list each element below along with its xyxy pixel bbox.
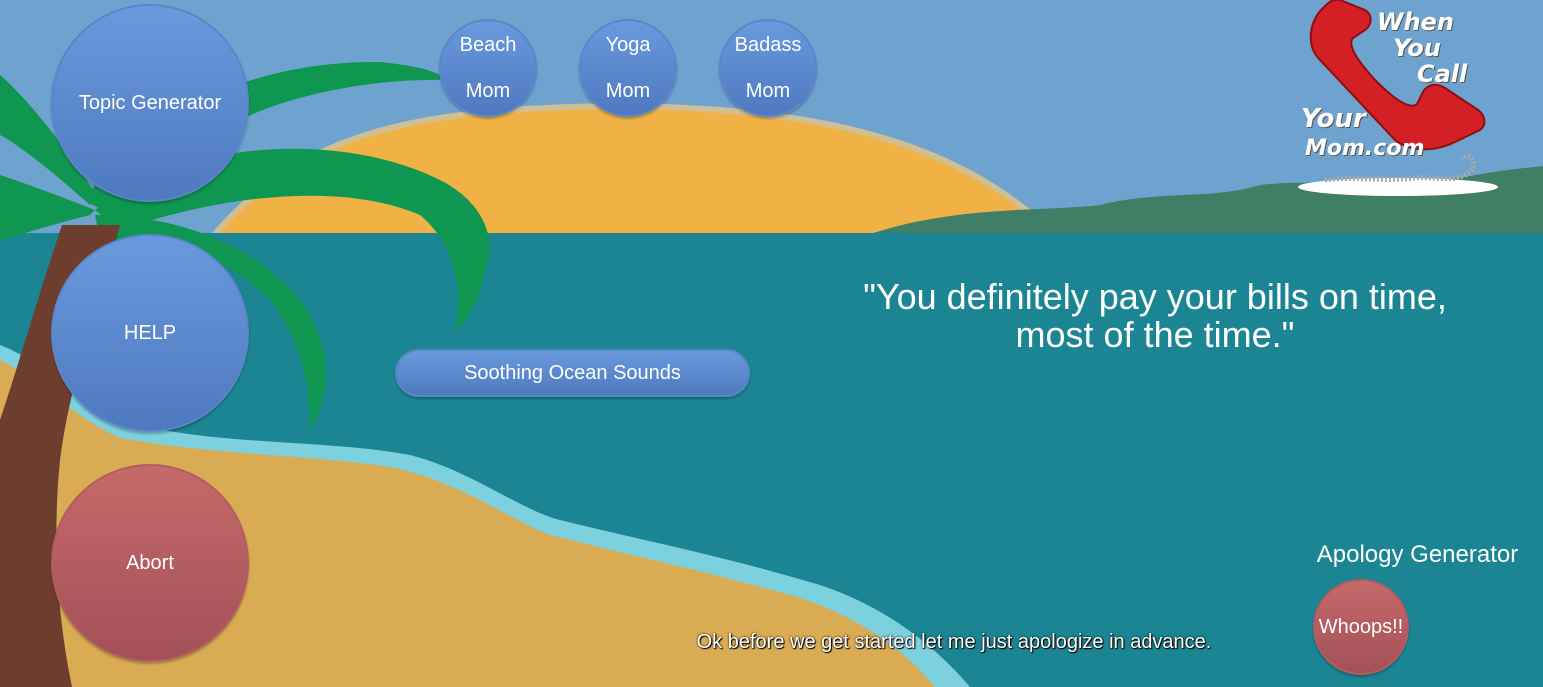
help-label: HELP: [123, 321, 177, 344]
topic-generator-button[interactable]: Topic Generator: [51, 4, 249, 202]
site-logo: When You Call Your Mom.com: [1295, 0, 1505, 200]
beach-mom-button[interactable]: Beach Mom: [439, 19, 537, 117]
yoga-mom-label-line1: Yoga: [605, 34, 651, 56]
yoga-mom-button[interactable]: Yoga Mom: [579, 19, 677, 117]
logo-line3: Call: [1417, 60, 1468, 88]
logo-line5: Mom.com: [1305, 136, 1425, 161]
soothing-ocean-sounds-button[interactable]: Soothing Ocean Sounds: [395, 349, 750, 397]
whoops-label: Whoops!!: [1318, 615, 1404, 638]
logo-line2: You: [1393, 34, 1441, 62]
apology-generator-title: Apology Generator: [1316, 541, 1519, 568]
badass-mom-button[interactable]: Badass Mom: [719, 19, 817, 117]
soothing-ocean-sounds-label: Soothing Ocean Sounds: [464, 361, 681, 384]
compliment-quote: "You definitely pay your bills on time, …: [863, 276, 1447, 355]
abort-button[interactable]: Abort: [51, 464, 249, 662]
yoga-mom-label-line2: Mom: [605, 80, 651, 102]
logo-line1: When: [1377, 8, 1454, 36]
abort-label: Abort: [126, 551, 174, 574]
whoops-button[interactable]: Whoops!!: [1313, 579, 1409, 675]
topic-generator-label: Topic Generator: [78, 91, 222, 114]
beach-mom-label-line1: Beach: [459, 34, 517, 56]
help-button[interactable]: HELP: [51, 234, 249, 432]
badass-mom-label-line2: Mom: [745, 80, 791, 102]
logo-line4: Your: [1301, 104, 1366, 134]
beach-mom-label-line2: Mom: [465, 80, 511, 102]
badass-mom-label-line1: Badass: [734, 34, 802, 56]
logo-text: When You Call Your Mom.com: [1295, 0, 1505, 200]
subtitle-caption: Ok before we get started let me just apo…: [696, 631, 1212, 653]
